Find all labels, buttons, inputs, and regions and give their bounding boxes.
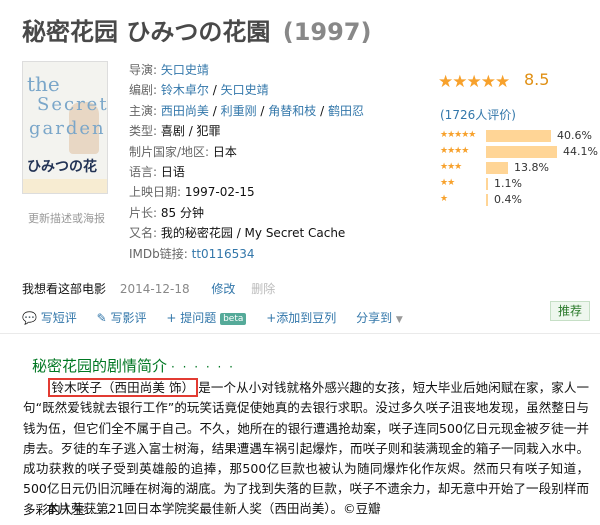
delete-link[interactable]: 删除: [251, 282, 275, 296]
rating-percent: 40.6%: [557, 129, 592, 142]
runtime-value: 85 分钟: [160, 205, 204, 220]
wish-date: 2014-12-18: [119, 282, 190, 296]
cast-link-4[interactable]: 鹤田忍: [328, 104, 364, 118]
recommend-button[interactable]: 推荐: [550, 301, 590, 321]
rating-row-stars: ★★★: [440, 162, 462, 172]
synopsis-heading: 秘密花园的剧情简介 · · · · · ·: [32, 357, 235, 375]
info-genre: 类型: 喜剧 / 犯罪: [129, 124, 221, 139]
rating-row: ★★★ 13.8%: [440, 160, 590, 176]
rating-row-stars: ★★★★: [440, 146, 469, 156]
rating-row-stars: ★: [440, 194, 448, 204]
wish-label: 我想看这部电影: [22, 282, 107, 296]
ask-question-button[interactable]: + 提问题 beta: [166, 311, 247, 325]
update-poster-link[interactable]: 更新描述或海报: [28, 210, 105, 226]
rating-percent: 44.1%: [563, 145, 598, 158]
genre-value: 喜剧 / 犯罪: [160, 124, 221, 139]
poster-text-the: the: [27, 72, 60, 96]
highlighted-character: 铃木咲子（西田尚美 饰）: [47, 378, 199, 397]
award-note: 本片荣获第21回日本学院奖最佳新人奖（西田尚美）。©豆瓣: [46, 501, 381, 516]
info-writer: 编剧: 铃木卓尔 / 矢口史靖: [129, 83, 269, 98]
aka-value: 我的秘密花园 / My Secret Cache: [160, 226, 346, 241]
director-link[interactable]: 矢口史靖: [161, 63, 209, 77]
country-value: 日本: [212, 144, 237, 159]
rating-percent: 0.4%: [494, 193, 522, 206]
poster-footer-band: [23, 179, 107, 193]
rating-percent: 1.1%: [494, 177, 522, 190]
heading-dots: · · · · · ·: [171, 360, 235, 374]
cast-link-2[interactable]: 利重刚: [221, 104, 257, 118]
short-review-button[interactable]: 💬 写短评: [22, 311, 77, 325]
info-director: 导演: 矢口史靖: [129, 63, 209, 77]
rating-bar: [486, 146, 557, 158]
rating-score: 8.5: [524, 70, 550, 89]
info-aka: 又名: 我的秘密花园 / My Secret Cache: [129, 226, 346, 241]
imdb-link[interactable]: tt0116534: [192, 247, 255, 261]
info-cast: 主演: 西田尚美 / 利重刚 / 角替和枝 / 鹤田忍: [129, 103, 364, 118]
info-language: 语言: 日语: [129, 165, 185, 180]
movie-info: 导演: 矢口史靖 编剧: 铃木卓尔 / 矢口史靖 主演: 西田尚美 / 利重刚 …: [129, 60, 419, 264]
poster-image[interactable]: the Secret garden ひみつの花園: [22, 61, 108, 194]
language-value: 日语: [160, 165, 185, 180]
pencil-icon: ✎: [96, 311, 107, 325]
poster-text-secret: Secret: [37, 94, 108, 115]
info-release: 上映日期: 1997-02-15: [129, 185, 255, 200]
rating-row: ★★ 1.1%: [440, 176, 590, 192]
wish-status: 我想看这部电影 2014-12-18 修改 删除: [22, 280, 275, 297]
write-review-button[interactable]: ✎ 写影评: [97, 311, 147, 325]
poster-text-garden: garden: [29, 118, 106, 139]
edit-link[interactable]: 修改: [211, 282, 235, 296]
add-to-list-button[interactable]: +添加到豆列: [266, 311, 336, 325]
writer-link-2[interactable]: 矢口史靖: [221, 83, 269, 97]
chevron-down-icon: ▼: [395, 315, 403, 325]
rating-bar: [486, 194, 488, 206]
info-country: 制片国家/地区: 日本: [129, 144, 237, 159]
rating-stars: ★★★★★: [438, 72, 510, 92]
action-bar: 💬 写短评 ✎ 写影评 + 提问题 beta +添加到豆列 分享到 ▼: [22, 309, 419, 326]
rating-row-stars: ★★: [440, 178, 455, 188]
movie-title: 秘密花园 ひみつの花園: [22, 18, 271, 46]
rating-count-link[interactable]: (1726人评价): [440, 106, 516, 123]
release-value: 1997-02-15: [184, 185, 255, 200]
rating-distribution: ★★★★★ 40.6% ★★★★ 44.1% ★★★ 13.8% ★★ 1.1% ★ 0.4%: [440, 128, 598, 208]
info-imdb: IMDb链接: tt0116534: [129, 246, 255, 261]
writer-link-1[interactable]: 铃木卓尔: [161, 83, 209, 97]
cast-link-1[interactable]: 西田尚美: [161, 104, 209, 118]
cast-link-3[interactable]: 角替和枝: [268, 104, 316, 118]
movie-year: (1997): [282, 18, 372, 46]
rating-row-stars: ★★★★★: [440, 130, 476, 140]
rating-row: ★ 0.4%: [440, 192, 590, 208]
divider: [0, 333, 600, 334]
rating-percent: 13.8%: [514, 161, 549, 174]
rating-bar: [486, 130, 551, 142]
rating-bar: [486, 178, 488, 190]
beta-badge: beta: [220, 313, 247, 325]
rating-row: ★★★★ 44.1%: [440, 144, 598, 160]
page-title: 秘密花园 ひみつの花園 (1997): [22, 12, 371, 47]
info-runtime: 片长: 85 分钟: [129, 205, 204, 220]
rating-bar: [486, 162, 508, 174]
comment-icon: 💬: [22, 311, 37, 325]
rating-row: ★★★★★ 40.6%: [440, 128, 592, 144]
share-dropdown[interactable]: 分享到 ▼: [356, 311, 403, 325]
